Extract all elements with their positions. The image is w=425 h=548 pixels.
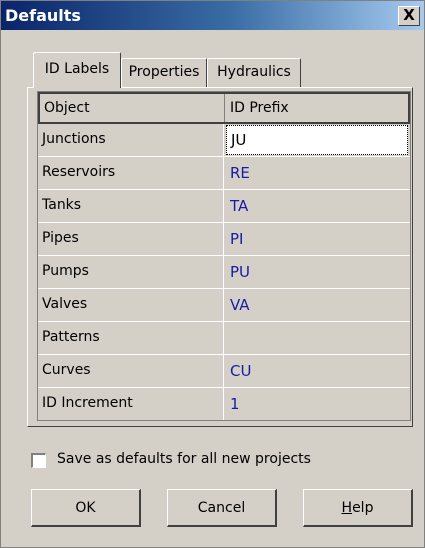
window-title: Defaults xyxy=(5,6,81,25)
table-row[interactable]: Curves CU xyxy=(38,355,410,388)
help-button[interactable]: Help xyxy=(303,489,413,527)
tab-label: Properties xyxy=(128,64,200,80)
prefix-cell[interactable]: TA xyxy=(226,190,408,223)
table-row[interactable]: Tanks TA xyxy=(38,190,410,223)
table-row[interactable]: Pumps PU xyxy=(38,256,410,289)
id-prefix-grid[interactable]: Object ID Prefix Junctions JU Reservoirs… xyxy=(37,91,411,421)
help-mnemonic: H xyxy=(341,500,353,516)
object-cell: Junctions xyxy=(38,124,224,157)
save-defaults-label[interactable]: Save as defaults for all new projects xyxy=(57,451,311,467)
ok-button[interactable]: OK xyxy=(31,489,141,527)
save-defaults-checkbox[interactable] xyxy=(31,453,46,468)
title-bar[interactable]: Defaults X xyxy=(1,1,424,30)
object-cell: Valves xyxy=(38,289,224,322)
help-button-label: elp xyxy=(352,500,374,516)
table-row[interactable]: Valves VA xyxy=(38,289,410,322)
prefix-cell[interactable]: PU xyxy=(226,256,408,289)
object-cell: Pipes xyxy=(38,223,224,256)
object-cell: ID Increment xyxy=(38,388,224,420)
close-button[interactable]: X xyxy=(398,6,420,26)
tab-hydraulics[interactable]: Hydraulics xyxy=(207,58,301,87)
table-row[interactable]: Reservoirs RE xyxy=(38,157,410,190)
tab-properties[interactable]: Properties xyxy=(121,58,207,87)
defaults-dialog: Defaults X ID Labels Properties Hydrauli… xyxy=(0,0,425,548)
prefix-cell[interactable]: VA xyxy=(226,289,408,322)
object-cell: Patterns xyxy=(38,322,224,355)
prefix-cell-editor[interactable]: JU xyxy=(226,125,408,155)
table-row[interactable]: Pipes PI xyxy=(38,223,410,256)
prefix-cell[interactable]: PI xyxy=(226,223,408,256)
grid-header: Object ID Prefix xyxy=(38,92,410,124)
table-row[interactable]: Junctions JU xyxy=(38,124,410,157)
object-cell: Curves xyxy=(38,355,224,388)
prefix-cell[interactable]: 1 xyxy=(226,388,408,420)
tab-label: Hydraulics xyxy=(217,64,291,80)
column-header-id-prefix: ID Prefix xyxy=(230,100,289,116)
prefix-cell[interactable]: RE xyxy=(226,157,408,190)
ok-button-label: OK xyxy=(75,500,96,516)
column-header-object: Object xyxy=(40,94,225,122)
table-row[interactable]: ID Increment 1 xyxy=(38,388,410,420)
cancel-button-label: Cancel xyxy=(197,500,246,516)
table-row[interactable]: Patterns xyxy=(38,322,410,355)
prefix-cell[interactable]: CU xyxy=(226,355,408,388)
object-cell: Tanks xyxy=(38,190,224,223)
tab-label: ID Labels xyxy=(44,61,110,77)
cancel-button[interactable]: Cancel xyxy=(167,489,277,527)
object-cell: Reservoirs xyxy=(38,157,224,190)
object-cell: Pumps xyxy=(38,256,224,289)
prefix-cell[interactable] xyxy=(226,322,408,355)
tab-id-labels[interactable]: ID Labels xyxy=(33,52,121,88)
